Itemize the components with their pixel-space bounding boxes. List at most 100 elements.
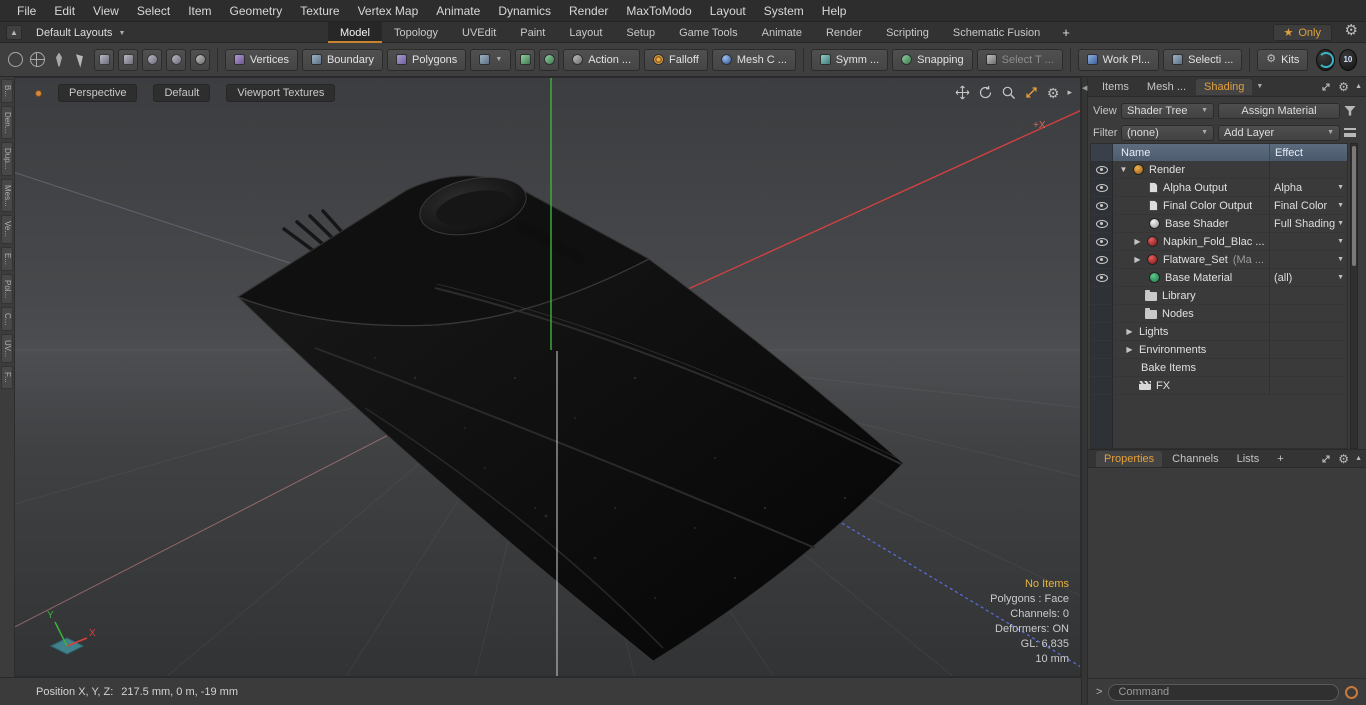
tab-uvedit[interactable]: UVEdit [450,22,508,43]
snapping-button[interactable]: Snapping [892,48,973,71]
clone-tool-icon[interactable] [166,48,186,71]
menu-item[interactable]: Item [179,1,220,21]
tree-row-lights[interactable]: ▶ Lights [1091,323,1347,341]
falloff-button[interactable]: Falloff [644,48,708,71]
tree-scrollbar[interactable] [1350,143,1358,449]
visibility-eye-icon[interactable] [1095,219,1108,228]
tab-topology[interactable]: Topology [382,22,450,43]
viewport-menu-dot-icon[interactable] [35,89,42,97]
mode-dropdown[interactable]: ▼ [470,48,512,71]
pan-icon[interactable] [955,85,970,100]
effect-dropdown-icon[interactable]: ▼ [1337,184,1344,191]
layout-preset-dropdown[interactable]: Default Layouts ▼ [30,25,131,41]
modo-badge-icon[interactable] [1316,48,1335,71]
side-tab-polygon[interactable]: Pol... [1,273,13,304]
tree-row-flatware-material[interactable]: ▶ Flatware_Set (Ma ... ▼ [1091,251,1347,269]
tree-row-library[interactable]: Library [1091,287,1347,305]
scrollbar-thumb[interactable] [1352,146,1356,266]
tab-shading[interactable]: Shading [1196,78,1253,95]
menu-file[interactable]: File [8,1,45,21]
menu-texture[interactable]: Texture [291,1,348,21]
visibility-eye-icon[interactable] [1095,255,1108,264]
effect-column-header[interactable]: Effect [1269,144,1347,161]
expand-panel-icon[interactable] [1320,453,1332,465]
tree-row-base-shader[interactable]: Base Shader Full Shading ▼ [1091,215,1347,233]
work-plane-button[interactable]: Work Pl... [1077,48,1160,71]
tab-list-chevron-icon[interactable]: ▼ [1256,83,1263,90]
viewport-textures-dropdown[interactable]: Viewport Textures [226,84,336,102]
cursor-tool-icon[interactable] [72,49,90,71]
mirror-tool-icon[interactable] [94,48,114,71]
instance-tool-icon[interactable] [142,48,162,71]
menu-edit[interactable]: Edit [45,1,84,21]
tree-row-nodes[interactable]: Nodes [1091,305,1347,323]
panel-splitter[interactable]: ◀ [1081,77,1088,705]
list-options-icon[interactable] [1344,128,1356,137]
zoom-icon[interactable] [1001,85,1016,100]
tree-row-base-material[interactable]: Base Material (all) ▼ [1091,269,1347,287]
menu-animate[interactable]: Animate [427,1,489,21]
viewport-3d[interactable]: Perspective Default Viewport Textures ⚙ … [14,77,1081,677]
tree-row-alpha-output[interactable]: Alpha Output Alpha ▼ [1091,179,1347,197]
panel-collapse-icon[interactable]: ▲ [1355,455,1362,462]
only-button[interactable]: ★ Only [1272,24,1332,41]
tree-row-environments[interactable]: ▶ Environments [1091,341,1347,359]
tree-row-fx[interactable]: FX [1091,377,1347,395]
tree-row-final-color-output[interactable]: Final Color Output Final Color ▼ [1091,197,1347,215]
pin-tool-icon[interactable] [50,49,68,71]
solid-sphere-icon[interactable] [190,48,210,71]
expand-arrow-icon[interactable]: ▶ [1133,237,1142,246]
tree-row-render[interactable]: ▼ Render [1091,161,1347,179]
gear-icon[interactable]: ⚙ [1345,23,1358,38]
menu-view[interactable]: View [84,1,128,21]
tab-layout[interactable]: Layout [557,22,614,43]
side-tab-edge[interactable]: E... [1,246,13,271]
viewport-style-dropdown[interactable]: Default [153,84,211,102]
viewport-canvas[interactable] [15,78,1081,677]
add-layer-dropdown[interactable]: Add Layer ▼ [1218,124,1340,141]
effect-dropdown-icon[interactable]: ▼ [1337,238,1344,245]
panel-gear-icon[interactable]: ⚙ [1338,81,1349,93]
filter-funnel-icon[interactable] [1344,105,1356,116]
side-tab-basic[interactable]: B... [1,79,13,104]
select-through-button[interactable]: Select T ... [976,48,1063,71]
menu-system[interactable]: System [755,1,813,21]
side-tab-uv[interactable]: UV... [1,334,13,364]
tab-lists[interactable]: Lists [1229,451,1268,467]
tab-schematic-fusion[interactable]: Schematic Fusion [941,22,1052,43]
macro-record-icon[interactable] [1345,685,1358,699]
tab-properties[interactable]: Properties [1096,450,1163,467]
effect-dropdown-icon[interactable]: ▼ [1337,220,1344,227]
expand-arrow-icon[interactable]: ▶ [1133,255,1142,264]
menu-render[interactable]: Render [560,1,617,21]
visibility-eye-icon[interactable] [1095,201,1108,210]
side-tab-curve[interactable]: C... [1,306,13,332]
name-column-header[interactable]: Name [1113,144,1269,161]
side-tab-mesh[interactable]: Mes... [1,178,13,213]
expand-arrow-icon[interactable]: ▶ [1125,327,1134,336]
tab-mesh[interactable]: Mesh ... [1139,79,1194,95]
layout-up-icon[interactable]: ▲ [6,25,22,40]
assign-material-button[interactable]: Assign Material [1218,102,1340,119]
tab-render[interactable]: Render [814,22,874,43]
filter-dropdown[interactable]: (none) ▼ [1121,124,1214,141]
expand-arrow-icon[interactable]: ▶ [1125,345,1134,354]
command-input[interactable] [1108,683,1339,701]
ellipse-tool-icon[interactable] [6,49,24,71]
center-tool-icon[interactable] [539,48,560,71]
menu-dynamics[interactable]: Dynamics [489,1,560,21]
effect-dropdown-icon[interactable]: ▼ [1337,202,1344,209]
tab-game-tools[interactable]: Game Tools [667,22,750,43]
sphere-tool-icon[interactable] [28,49,46,71]
effect-dropdown-icon[interactable]: ▼ [1337,274,1344,281]
panel-collapse-icon[interactable]: ▲ [1355,83,1362,90]
menu-help[interactable]: Help [813,1,856,21]
maximize-icon[interactable] [1024,85,1039,100]
menu-maxtomodo[interactable]: MaxToModo [617,1,700,21]
selection-sets-button[interactable]: Selecti ... [1163,48,1243,71]
tree-row-bake-items[interactable]: Bake Items [1091,359,1347,377]
viewport-type-dropdown[interactable]: Perspective [58,84,138,102]
panel-gear-icon[interactable]: ⚙ [1338,453,1349,465]
collapse-arrow-icon[interactable]: ◀ [1082,84,1087,92]
visibility-eye-icon[interactable] [1095,237,1108,246]
